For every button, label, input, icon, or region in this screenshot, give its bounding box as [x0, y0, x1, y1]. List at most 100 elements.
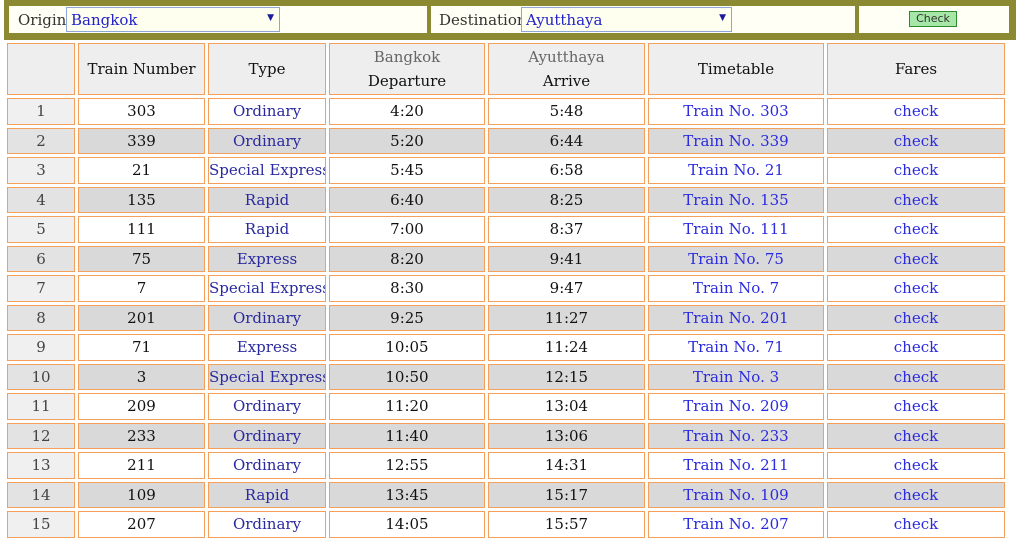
fare-check-link[interactable]: check [827, 481, 1005, 508]
departure-time-cell: 11:40 [329, 422, 485, 449]
train-type-cell: Special Express [208, 363, 326, 390]
table-row: 11 209 Ordinary 11:20 13:04 Train No. 209 chec… [7, 393, 1005, 420]
timetable-link[interactable]: Train No. 75 [648, 245, 824, 272]
row-index: 5 [7, 216, 75, 243]
fare-check-link[interactable]: check [827, 422, 1005, 449]
train-number-cell: 135 [78, 186, 205, 213]
departure-time-cell: 6:40 [329, 186, 485, 213]
departure-time-cell: 5:45 [329, 157, 485, 184]
arrival-time-cell: 9:47 [488, 275, 645, 302]
table-header-row: Train Number Type Bangkok Departure Ayut… [7, 43, 1005, 95]
fare-check-link[interactable]: check [827, 216, 1005, 243]
train-type-cell: Ordinary [208, 422, 326, 449]
train-number-cell: 201 [78, 304, 205, 331]
arrival-time-cell: 12:15 [488, 363, 645, 390]
train-number-cell: 71 [78, 334, 205, 361]
timetable-link[interactable]: Train No. 135 [648, 186, 824, 213]
fare-check-link[interactable]: check [827, 157, 1005, 184]
train-type-cell: Rapid [208, 186, 326, 213]
fare-check-link[interactable]: check [827, 186, 1005, 213]
fare-check-link[interactable]: check [827, 245, 1005, 272]
train-type-cell: Ordinary [208, 304, 326, 331]
fare-check-link[interactable]: check [827, 127, 1005, 154]
fare-check-link[interactable]: check [827, 304, 1005, 331]
fare-check-link[interactable]: check [827, 511, 1005, 538]
timetable-link[interactable]: Train No. 211 [648, 452, 824, 479]
table-row: 2 339 Ordinary 5:20 6:44 Train No. 339 check [7, 127, 1005, 154]
departure-time-cell: 10:50 [329, 363, 485, 390]
train-number-cell: 207 [78, 511, 205, 538]
table-row: 4 135 Rapid 6:40 8:25 Train No. 135 check [7, 186, 1005, 213]
header-fares: Fares [827, 43, 1005, 95]
table-row: 10 3 Special Express 10:50 12:15 Train No. 3c… [7, 363, 1005, 390]
train-number-cell: 7 [78, 275, 205, 302]
timetable-table: Train Number Type Bangkok Departure Ayut… [4, 40, 1008, 541]
train-type-cell: Express [208, 245, 326, 272]
departure-time-cell: 11:20 [329, 393, 485, 420]
origin-cell: Origin Bangkok ▼ [8, 5, 428, 34]
train-number-cell: 209 [78, 393, 205, 420]
timetable-link[interactable]: Train No. 3 [648, 363, 824, 390]
train-type-cell: Ordinary [208, 452, 326, 479]
origin-select-value: Bangkok [71, 11, 138, 29]
header-origin-place: Bangkok [373, 48, 441, 66]
train-type-cell: Rapid [208, 216, 326, 243]
departure-time-cell: 10:05 [329, 334, 485, 361]
train-type-cell: Ordinary [208, 127, 326, 154]
table-row: 8 201 Ordinary 9:25 11:27 Train No. 201 check [7, 304, 1005, 331]
departure-time-cell: 8:30 [329, 275, 485, 302]
fare-check-link[interactable]: check [827, 98, 1005, 125]
fare-check-link[interactable]: check [827, 452, 1005, 479]
table-row: 5 111 Rapid 7:00 8:37 Train No. 111 check [7, 216, 1005, 243]
arrival-time-cell: 8:25 [488, 186, 645, 213]
fare-check-link[interactable]: check [827, 393, 1005, 420]
table-row: 7 7 Special Express 8:30 9:47 Train No. 7 chec… [7, 275, 1005, 302]
table-row: 1 303 Ordinary 4:20 5:48 Train No. 303 check [7, 98, 1005, 125]
row-index: 2 [7, 127, 75, 154]
timetable-link[interactable]: Train No. 21 [648, 157, 824, 184]
chevron-down-icon: ▼ [719, 13, 726, 23]
check-button[interactable]: Check [909, 11, 957, 27]
table-row: 15 207 Ordinary 14:05 15:57 Train No. 207 chec… [7, 511, 1005, 538]
train-type-cell: Ordinary [208, 98, 326, 125]
table-row: 3 21 Special Express 5:45 6:58 Train No. 21 ch… [7, 157, 1005, 184]
departure-time-cell: 7:00 [329, 216, 485, 243]
timetable-link[interactable]: Train No. 7 [648, 275, 824, 302]
arrival-time-cell: 5:48 [488, 98, 645, 125]
timetable-link[interactable]: Train No. 201 [648, 304, 824, 331]
origin-select[interactable]: Bangkok ▼ [66, 7, 280, 32]
timetable-link[interactable]: Train No. 207 [648, 511, 824, 538]
train-number-cell: 339 [78, 127, 205, 154]
timetable-link[interactable]: Train No. 209 [648, 393, 824, 420]
fare-check-link[interactable]: check [827, 275, 1005, 302]
table-row: 13 211 Ordinary 12:55 14:31 Train No. 211 chec… [7, 452, 1005, 479]
destination-label: Destination [439, 11, 527, 29]
fare-check-link[interactable]: check [827, 363, 1005, 390]
train-type-cell: Ordinary [208, 393, 326, 420]
timetable-body: 1 303 Ordinary 4:20 5:48 Train No. 303 check 2 3… [7, 98, 1005, 538]
header-destination-place: Ayutthaya [528, 48, 605, 66]
destination-select[interactable]: Ayutthaya ▼ [521, 7, 732, 32]
search-bar: Origin Bangkok ▼ Destination Ayutthaya ▼… [4, 0, 1016, 40]
header-departure-label: Departure [367, 72, 447, 90]
row-index: 10 [7, 363, 75, 390]
row-index: 11 [7, 393, 75, 420]
departure-time-cell: 4:20 [329, 98, 485, 125]
destination-select-value: Ayutthaya [526, 11, 603, 29]
timetable-link[interactable]: Train No. 233 [648, 422, 824, 449]
fare-check-link[interactable]: check [827, 334, 1005, 361]
train-number-cell: 75 [78, 245, 205, 272]
arrival-time-cell: 6:58 [488, 157, 645, 184]
timetable-link[interactable]: Train No. 303 [648, 98, 824, 125]
timetable-link[interactable]: Train No. 111 [648, 216, 824, 243]
table-row: 12 233 Ordinary 11:40 13:06 Train No. 233 chec… [7, 422, 1005, 449]
destination-cell: Destination Ayutthaya ▼ [430, 5, 856, 34]
arrival-time-cell: 11:27 [488, 304, 645, 331]
timetable-link[interactable]: Train No. 109 [648, 481, 824, 508]
header-arrive-label: Arrive [542, 72, 591, 90]
header-departure: Bangkok Departure [329, 43, 485, 95]
check-cell: Check [858, 5, 1010, 34]
arrival-time-cell: 15:17 [488, 481, 645, 508]
timetable-link[interactable]: Train No. 71 [648, 334, 824, 361]
timetable-link[interactable]: Train No. 339 [648, 127, 824, 154]
